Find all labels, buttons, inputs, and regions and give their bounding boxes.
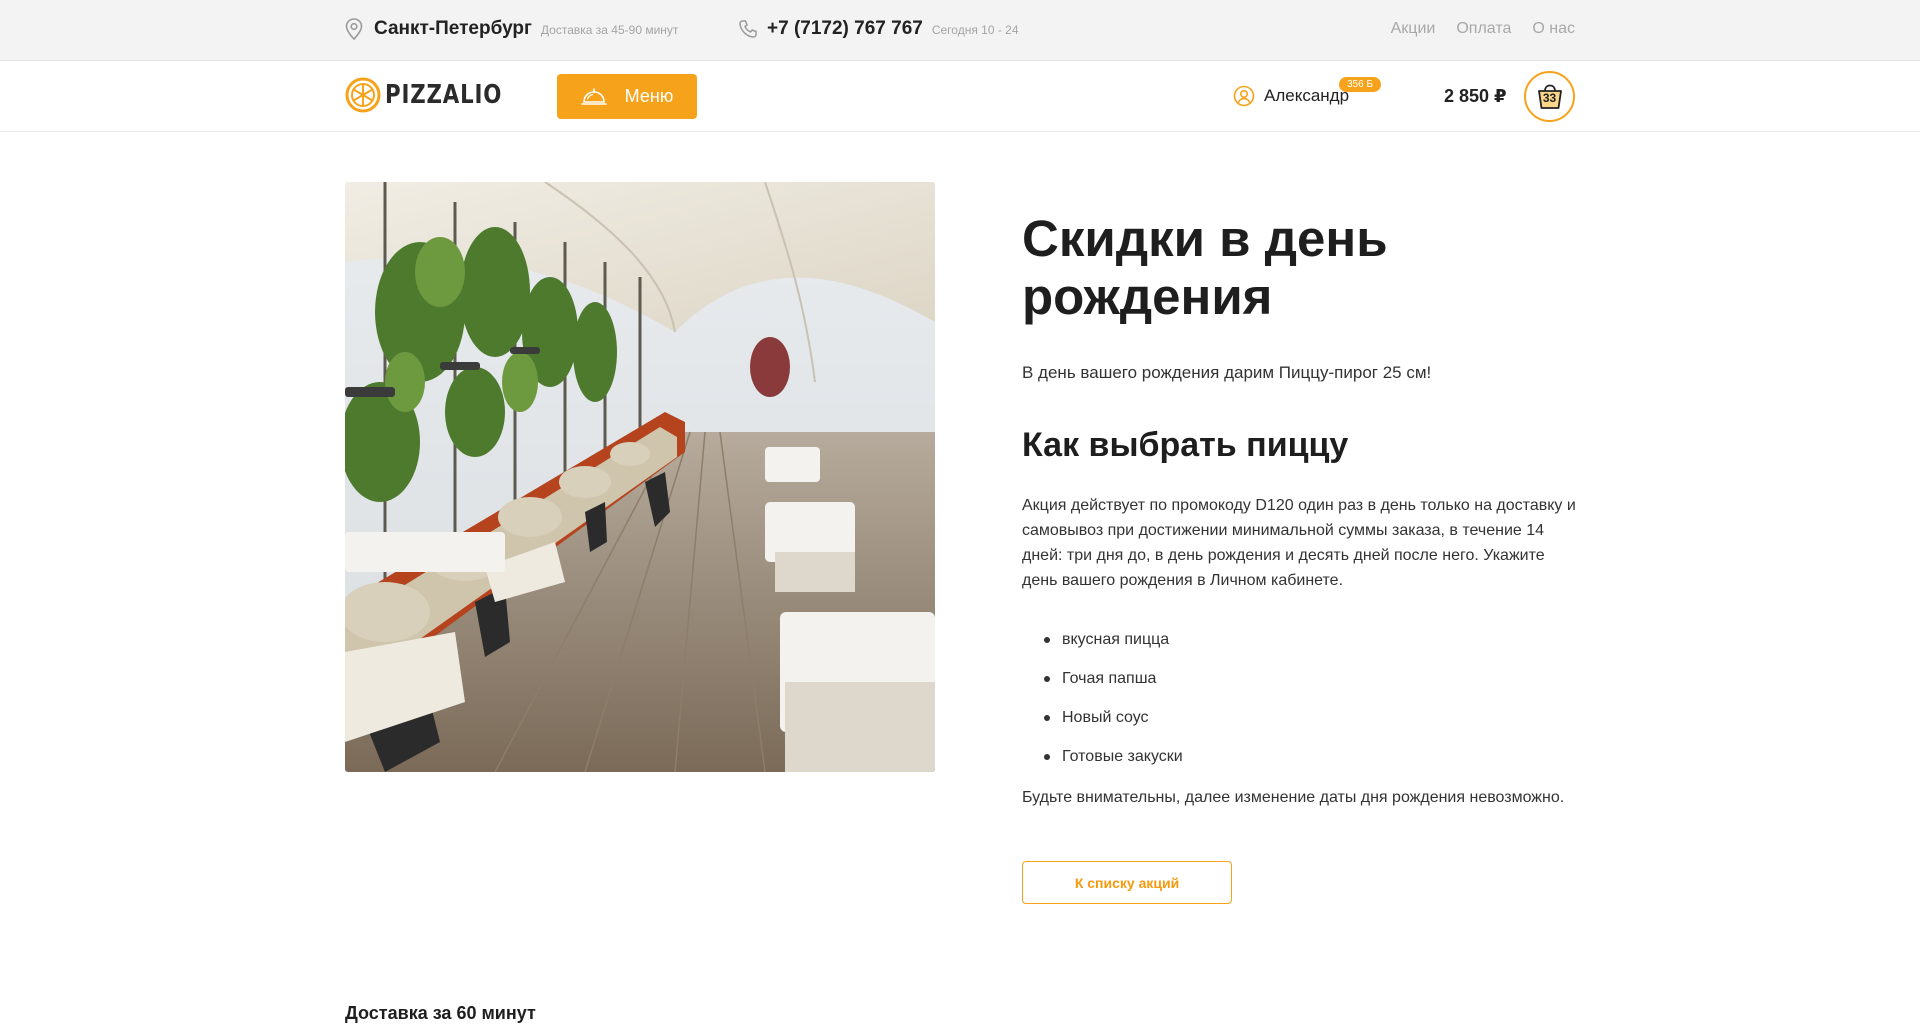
list-item: Готовые закуски: [1044, 747, 1577, 767]
phone-icon: [739, 20, 757, 38]
delivery-section-title: Доставка за 60 минут: [345, 1003, 536, 1023]
promo-content: Скидки в день рождения В день вашего рож…: [1022, 210, 1577, 904]
promo-items-list: вкусная пицца Гочая папша Новый соус Гот…: [1044, 630, 1577, 767]
pizza-logo-icon: [345, 77, 381, 113]
top-info-bar-inner: Санкт-Петербург Доставка за 45-90 минут …: [345, 0, 1575, 60]
promo-photo: [345, 182, 935, 772]
logo-wordmark: PIZZALIO: [385, 80, 503, 110]
bonus-badge: 356 Б: [1339, 77, 1382, 92]
nav-link-about[interactable]: О нас: [1532, 20, 1575, 38]
user-name[interactable]: Александр: [1264, 86, 1349, 106]
menu-button-label: Меню: [624, 86, 674, 106]
promo-warning: Будьте внимательны, далее изменение даты…: [1022, 789, 1565, 806]
phone-block[interactable]: +7 (7172) 767 767 Сегодня 10 - 24: [738, 18, 1019, 40]
working-hours: Сегодня 10 - 24: [931, 23, 1019, 37]
basket-icon-wrap: 33: [1536, 83, 1564, 111]
menu-button[interactable]: Меню: [557, 74, 697, 119]
city-name[interactable]: Санкт-Петербург: [374, 18, 532, 40]
top-info-bar: Санкт-Петербург Доставка за 45-90 минут …: [0, 0, 1920, 61]
top-nav-links: Акции Оплата О нас: [1391, 20, 1575, 38]
site-logo[interactable]: PIZZALIO: [345, 77, 528, 113]
back-to-promotions-button[interactable]: К списку акций: [1022, 861, 1232, 904]
cart-button[interactable]: 33: [1524, 71, 1575, 122]
list-item: Новый соус: [1044, 708, 1577, 728]
promo-lead: В день вашего рождения дарим Пиццу-пирог…: [1022, 363, 1432, 382]
nav-link-promotions[interactable]: Акции: [1391, 20, 1436, 38]
list-item: вкусная пицца: [1044, 630, 1577, 650]
user-icon: [1233, 85, 1255, 107]
delivery-time-note: Доставка за 45-90 минут: [540, 23, 679, 37]
restaurant-terrace-image: [345, 182, 935, 772]
promo-title: Скидки в день рождения: [1022, 210, 1388, 325]
location-pin-icon: [345, 18, 363, 40]
promo-description: Акция действует по промокоду D120 один р…: [1022, 497, 1576, 589]
user-account[interactable]: Александр: [1233, 85, 1349, 107]
phone-number[interactable]: +7 (7172) 767 767: [767, 18, 923, 40]
nav-link-payment[interactable]: Оплата: [1456, 20, 1511, 38]
list-item: Гочая папша: [1044, 669, 1577, 689]
cart-count: 33: [1542, 90, 1557, 105]
main-header: PIZZALIO Меню Александр 356 Б 2 850 ₽ 33: [0, 61, 1920, 132]
cart-total: 2 850 ₽: [1444, 86, 1507, 106]
cloche-icon: [580, 87, 607, 105]
location-block[interactable]: Санкт-Петербург Доставка за 45-90 минут: [345, 18, 678, 40]
promo-subtitle: Как выбрать пиццу: [1022, 426, 1349, 464]
